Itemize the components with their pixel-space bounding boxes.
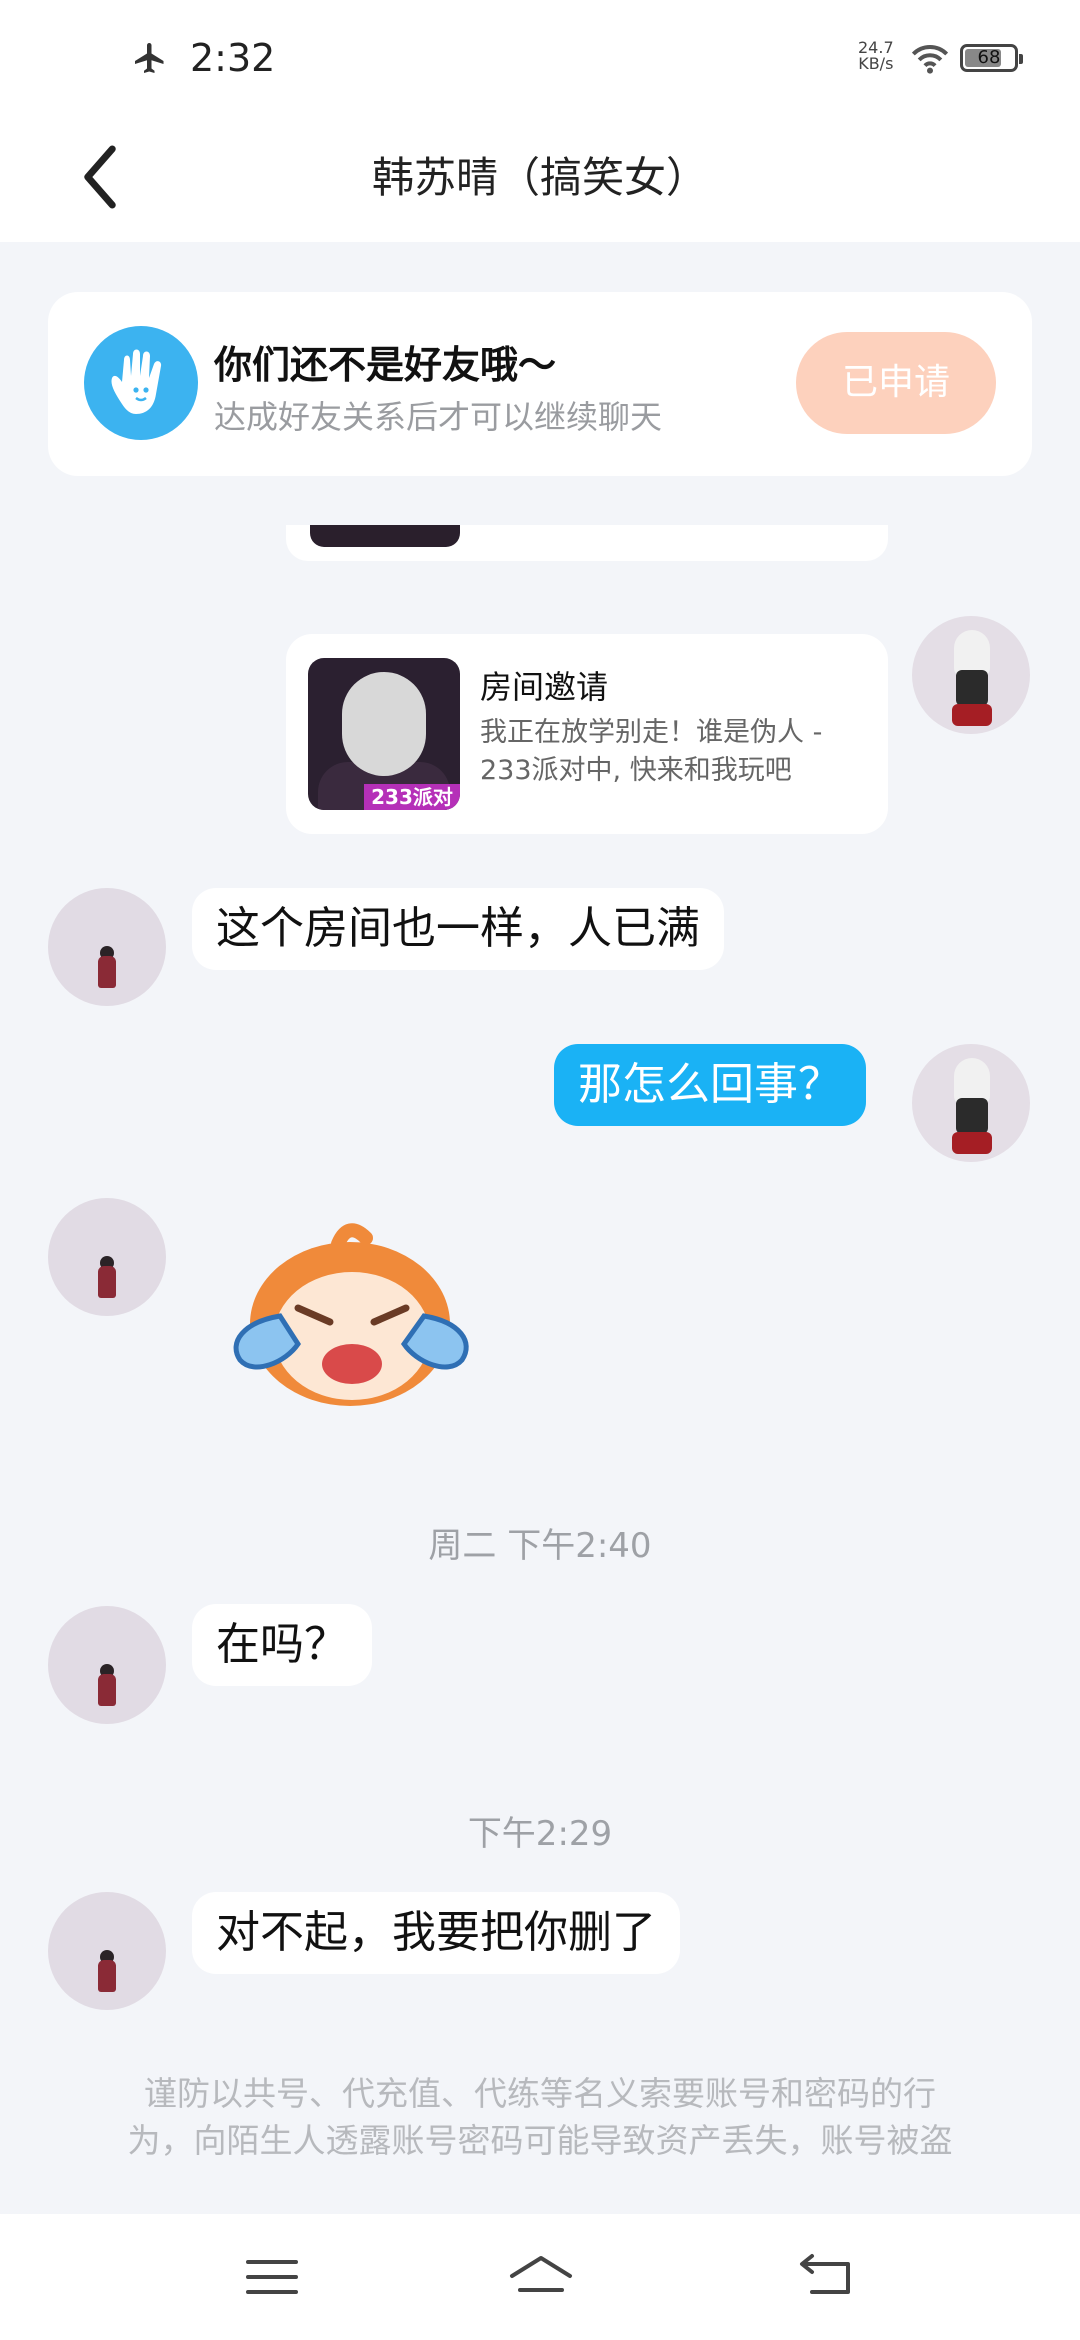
- my-avatar[interactable]: [912, 1044, 1030, 1162]
- message-bubble-outgoing[interactable]: 那怎么回事？: [554, 1044, 866, 1126]
- back-nav-icon[interactable]: [796, 2250, 856, 2304]
- battery-level: 68: [977, 47, 1001, 68]
- friend-notice-title: 你们还不是好友哦～: [214, 343, 557, 387]
- room-invite-thumbnail: 233派对: [308, 658, 460, 810]
- page-title: 韩苏晴（搞笑女）: [371, 153, 708, 202]
- friend-notice-subtitle: 达成好友关系后才可以继续聊天: [214, 398, 663, 436]
- menu-icon[interactable]: [242, 2250, 302, 2304]
- network-speed-unit: KB/s: [858, 54, 894, 73]
- previous-invite-thumbnail: [310, 525, 460, 547]
- my-avatar[interactable]: [912, 616, 1030, 734]
- room-invite-card[interactable]: 233派对 房间邀请 我正在放学别走！谁是伪人 - 233派对中, 快来和我玩吧: [286, 634, 888, 834]
- contact-avatar[interactable]: [48, 1606, 166, 1724]
- room-invite-title: 房间邀请: [480, 668, 609, 706]
- message-bubble-incoming[interactable]: 这个房间也一样，人已满: [192, 888, 724, 970]
- airplane-icon: [135, 43, 164, 73]
- applied-button[interactable]: 已申请: [796, 332, 996, 434]
- status-time: 2:32: [190, 36, 276, 80]
- room-invite-thumbnail-tag: 233派对: [364, 784, 460, 810]
- hand-icon: [84, 326, 198, 440]
- security-warning-line1: 谨防以共号、代充值、代练等名义索要账号和密码的行: [144, 2074, 936, 2113]
- chat-header: 韩苏晴（搞笑女）: [0, 120, 1080, 242]
- security-warning-line2: 为，向陌生人透露账号密码可能导致资产丢失，账号被盗: [127, 2121, 953, 2160]
- message-timestamp: 下午2:29: [467, 1814, 613, 1854]
- room-invite-desc-line2: 233派对中, 快来和我玩吧: [480, 755, 792, 786]
- message-bubble-incoming[interactable]: 对不起，我要把你删了: [192, 1892, 680, 1974]
- home-icon[interactable]: [506, 2250, 576, 2304]
- friend-notice-card: 你们还不是好友哦～ 达成好友关系后才可以继续聊天 已申请: [48, 292, 1032, 476]
- status-bar: 2:32 24.7 KB/s 68: [0, 0, 1080, 120]
- network-speed: 24.7 KB/s: [858, 40, 894, 72]
- previous-invite-card[interactable]: [286, 525, 888, 561]
- crying-sticker[interactable]: [220, 1212, 480, 1412]
- security-warning: 谨防以共号、代充值、代练等名义索要账号和密码的行 为，向陌生人透露账号密码可能导…: [80, 2070, 1000, 2164]
- wifi-icon: [911, 45, 949, 74]
- contact-avatar[interactable]: [48, 1198, 166, 1316]
- contact-avatar[interactable]: [48, 1892, 166, 2010]
- contact-avatar[interactable]: [48, 888, 166, 1006]
- system-navigation-bar: [0, 2214, 1080, 2340]
- room-invite-desc: 我正在放学别走！谁是伪人 - 233派对中, 快来和我玩吧: [480, 714, 870, 790]
- message-bubble-incoming[interactable]: 在吗？: [192, 1604, 372, 1686]
- battery-icon: 68: [960, 44, 1023, 72]
- message-timestamp: 周二 下午2:40: [428, 1526, 652, 1566]
- room-invite-desc-line1: 我正在放学别走！谁是伪人 -: [480, 717, 823, 748]
